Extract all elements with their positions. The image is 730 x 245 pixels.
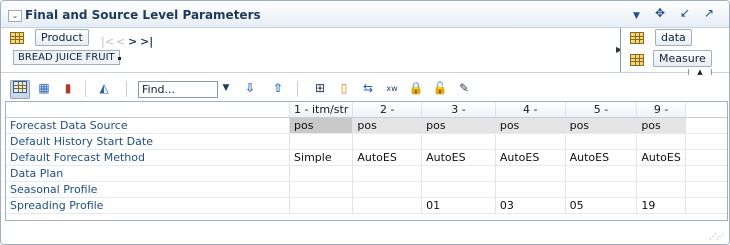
- column-edge-icon: [630, 54, 644, 66]
- data-grid: 1 - itm/str 2 - 3 - 4 - 5 - 9 - Forecast…: [5, 101, 728, 221]
- area-chart-icon[interactable]: ◭: [95, 80, 113, 97]
- empty-header-cell: [685, 102, 727, 118]
- edit-icon[interactable]: ✎: [455, 80, 473, 97]
- table-cell[interactable]: [495, 181, 566, 198]
- table-cell[interactable]: pos: [421, 117, 496, 134]
- product-dimension-chip[interactable]: Product: [35, 29, 89, 46]
- table-row: Forecast Data Source pos pos pos pos pos…: [6, 117, 727, 134]
- panel-title: Final and Source Level Parameters: [25, 8, 261, 22]
- table-cell[interactable]: [495, 165, 566, 182]
- row-header: Default Forecast Method: [6, 149, 291, 166]
- column-header-row: 1 - itm/str 2 - 3 - 4 - 5 - 9 -: [6, 102, 727, 118]
- table-cell[interactable]: Simple: [289, 149, 354, 166]
- lock-icon[interactable]: 🔒: [407, 80, 425, 97]
- member-marker-icon: [118, 57, 121, 60]
- unlock-icon[interactable]: 🔓: [431, 80, 449, 97]
- swap-icon[interactable]: ⇆: [359, 80, 377, 97]
- table-cell[interactable]: [565, 181, 638, 198]
- table-cell[interactable]: [495, 133, 566, 150]
- table-cell[interactable]: 19: [636, 197, 686, 214]
- find-dropdown-icon[interactable]: ▼: [217, 80, 235, 97]
- table-cell[interactable]: AutoES: [421, 149, 496, 166]
- next-page-icon[interactable]: >: [128, 35, 137, 48]
- resize-grip-icon[interactable]: ⋰⋰: [709, 232, 724, 241]
- row-header: Data Plan: [6, 165, 291, 182]
- view-toolbar: ▦ ▮ ◭ Find... ▼ ⇩ ⇧ ⊞ ▯ ⇆ xw 🔒 🔓 ✎: [1, 75, 729, 101]
- parameters-table: 1 - itm/str 2 - 3 - 4 - 5 - 9 - Forecast…: [6, 102, 727, 214]
- chart-table-view-icon[interactable]: ▦: [35, 80, 53, 97]
- find-next-icon[interactable]: ⇩: [241, 80, 259, 97]
- table-cell[interactable]: [352, 197, 423, 214]
- corner-cell: [6, 102, 291, 118]
- chevron-down-icon[interactable]: ▼: [633, 10, 640, 22]
- table-cell[interactable]: [636, 165, 686, 182]
- table-cell[interactable]: 03: [495, 197, 566, 214]
- row-edge-icon: [10, 32, 24, 44]
- table-cell[interactable]: AutoES: [565, 149, 638, 166]
- row-header: Seasonal Profile: [6, 181, 291, 198]
- column-header[interactable]: 5 -: [565, 102, 638, 118]
- row-header: Forecast Data Source: [6, 117, 291, 134]
- first-page-icon[interactable]: |<: [101, 35, 114, 48]
- table-cell[interactable]: pos: [565, 117, 638, 134]
- panel-footer: ⋰⋰: [1, 227, 729, 244]
- column-header[interactable]: 9 -: [636, 102, 686, 118]
- table-cell[interactable]: [352, 133, 423, 150]
- row-header: Default History Start Date: [6, 133, 291, 150]
- table-cell[interactable]: [421, 165, 496, 182]
- column-header[interactable]: 2 -: [352, 102, 423, 118]
- table-cell[interactable]: pos: [495, 117, 566, 134]
- find-input[interactable]: Find...: [138, 81, 218, 98]
- table-cell[interactable]: [289, 197, 354, 214]
- final-source-parameters-panel: ⌄ Final and Source Level Parameters ▼ ✥ …: [0, 0, 730, 245]
- table-cell[interactable]: 05: [565, 197, 638, 214]
- table-cell[interactable]: [421, 133, 496, 150]
- measure-dimension-chip[interactable]: Measure: [653, 50, 712, 67]
- table-cell[interactable]: pos: [352, 117, 423, 134]
- column-header[interactable]: 4 -: [495, 102, 566, 118]
- side-pivot-panel: data Measure: [620, 28, 729, 72]
- table-row: Data Plan: [6, 165, 727, 182]
- table-cell[interactable]: 01: [421, 197, 496, 214]
- table-cell[interactable]: [565, 133, 638, 150]
- move-icon[interactable]: ✥: [655, 7, 665, 19]
- row-header: Spreading Profile: [6, 197, 291, 214]
- table-cell[interactable]: [289, 133, 354, 150]
- table-row: Default History Start Date: [6, 133, 727, 150]
- data-dimension-chip[interactable]: data: [655, 29, 692, 46]
- page-edge-icon: [630, 32, 644, 44]
- table-cell[interactable]: [636, 133, 686, 150]
- table-cell[interactable]: AutoES: [352, 149, 423, 166]
- table-cell[interactable]: [565, 165, 638, 182]
- table-cell[interactable]: [636, 181, 686, 198]
- table-cell[interactable]: AutoES: [636, 149, 686, 166]
- previous-page-icon[interactable]: <: [116, 35, 125, 48]
- table-cell[interactable]: [352, 165, 423, 182]
- column-header[interactable]: 3 -: [421, 102, 496, 118]
- table-cell[interactable]: [289, 181, 354, 198]
- collapse-panel-button[interactable]: ⌄: [8, 10, 22, 22]
- table-cell[interactable]: [289, 165, 354, 182]
- table-cell[interactable]: [352, 181, 423, 198]
- bookmark-icon[interactable]: ▯: [335, 80, 353, 97]
- table-cell[interactable]: pos: [636, 117, 686, 134]
- table-row: Spreading Profile 01 03 05 19: [6, 197, 727, 214]
- table-view-icon[interactable]: [10, 80, 30, 99]
- current-member-chip[interactable]: BREAD JUICE FRUIT: [13, 50, 120, 65]
- find-previous-icon[interactable]: ⇧: [269, 80, 287, 97]
- maximize-icon[interactable]: ↗: [704, 7, 714, 19]
- pivot-icon[interactable]: ⊞: [311, 80, 329, 97]
- table-cell[interactable]: pos: [289, 117, 354, 134]
- table-cell[interactable]: AutoES: [495, 149, 566, 166]
- table-row: Default Forecast Method Simple AutoES Au…: [6, 149, 727, 166]
- chart-view-icon[interactable]: ▮: [59, 80, 77, 97]
- column-header[interactable]: 1 - itm/str: [289, 102, 354, 118]
- xml-icon[interactable]: xw: [383, 80, 401, 97]
- minimize-icon[interactable]: ↙: [680, 7, 690, 19]
- last-page-icon[interactable]: >|: [140, 35, 153, 48]
- panel-header: ⌄ Final and Source Level Parameters ▼ ✥ …: [1, 1, 729, 28]
- table-row: Seasonal Profile: [6, 181, 727, 198]
- table-cell[interactable]: [421, 181, 496, 198]
